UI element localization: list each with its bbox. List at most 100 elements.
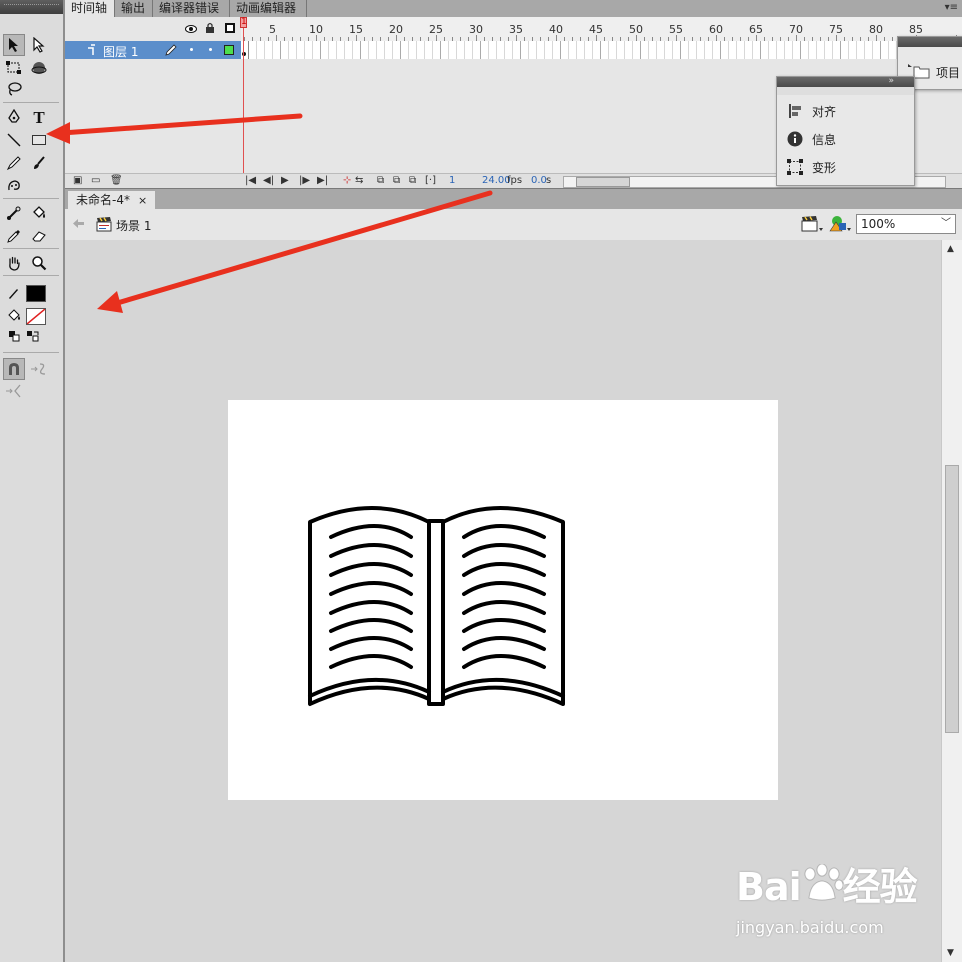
line-tool-icon[interactable] bbox=[3, 129, 25, 151]
panel-item-transform-label: 变形 bbox=[812, 160, 837, 175]
align-icon bbox=[787, 103, 803, 119]
tab-motion-editor[interactable]: 动画编辑器 bbox=[230, 0, 307, 17]
watermark-url: jingyan.baidu.com bbox=[736, 918, 884, 937]
playhead[interactable]: 1 bbox=[240, 17, 247, 28]
pen-tool-icon[interactable] bbox=[3, 106, 25, 128]
go-to-last-frame-icon[interactable]: ▶| bbox=[317, 175, 328, 186]
tools-panel: T bbox=[0, 0, 65, 962]
3d-rotation-tool-icon[interactable] bbox=[28, 57, 50, 79]
elapsed-time[interactable]: 0.0 bbox=[531, 175, 547, 186]
edit-bar: 场景 1 100% ﹀ bbox=[65, 209, 962, 241]
frames-row[interactable] bbox=[241, 41, 962, 60]
tab-output[interactable]: 输出 bbox=[115, 0, 153, 17]
eraser-tool-icon[interactable] bbox=[28, 225, 50, 247]
straighten-icon[interactable] bbox=[3, 380, 25, 402]
panel-item-transform[interactable]: 变形 bbox=[787, 157, 836, 177]
zoom-tool-icon[interactable] bbox=[28, 252, 50, 274]
frame-group-divider bbox=[400, 41, 401, 59]
loop-icon[interactable]: ⇆ bbox=[355, 175, 363, 186]
baidu-watermark: Bai 经验 jingyan.baidu.com bbox=[736, 856, 936, 946]
hand-tool-icon[interactable] bbox=[3, 252, 25, 274]
scene-label[interactable]: 场景 1 bbox=[116, 217, 151, 234]
modify-markers-icon[interactable]: [·] bbox=[425, 175, 436, 186]
selection-tool-icon[interactable] bbox=[3, 34, 25, 56]
bone-tool-icon[interactable] bbox=[3, 202, 25, 224]
edit-scene-icon[interactable] bbox=[801, 215, 823, 236]
open-book-drawing[interactable] bbox=[228, 400, 778, 800]
ruler-number: 5 bbox=[269, 23, 276, 36]
panel-item-info-label: 信息 bbox=[812, 132, 837, 147]
layer-outline-color-swatch[interactable] bbox=[224, 45, 234, 55]
snap-to-objects-icon[interactable] bbox=[3, 358, 25, 380]
panel-item-align[interactable]: 对齐 bbox=[787, 101, 836, 121]
text-tool-icon[interactable]: T bbox=[28, 106, 50, 128]
new-folder-icon[interactable]: ▭ bbox=[91, 175, 100, 186]
step-forward-icon[interactable]: |▶ bbox=[299, 175, 310, 186]
scroll-down-icon[interactable]: ▼ bbox=[947, 948, 954, 958]
back-arrow-icon[interactable] bbox=[72, 218, 85, 232]
panel-header[interactable]: » bbox=[777, 76, 914, 87]
expand-panels-icon[interactable]: » bbox=[888, 76, 894, 86]
frame-group-divider bbox=[840, 41, 841, 59]
frame-group-divider bbox=[680, 41, 681, 59]
center-frame-icon[interactable]: ⊹ bbox=[343, 175, 351, 186]
unlocked-dot-icon[interactable] bbox=[209, 48, 212, 51]
swap-colors-icon[interactable] bbox=[25, 328, 41, 344]
panel-item-info[interactable]: 信息 bbox=[787, 129, 836, 149]
go-to-first-frame-icon[interactable]: |◀ bbox=[245, 175, 256, 186]
panel-menu-icon[interactable]: ▾≡ bbox=[945, 2, 958, 13]
tools-panel-header[interactable] bbox=[0, 0, 63, 14]
edit-symbols-icon[interactable] bbox=[828, 214, 852, 237]
edit-multiple-frames-icon[interactable]: ⧉ bbox=[409, 175, 416, 186]
onion-skin-icon[interactable]: ⧉ bbox=[377, 175, 384, 186]
step-back-icon[interactable]: ◀| bbox=[263, 175, 274, 186]
close-tab-icon[interactable]: × bbox=[138, 191, 147, 210]
rectangle-tool-icon[interactable] bbox=[28, 129, 50, 151]
outline-toggle-icon[interactable] bbox=[225, 23, 235, 33]
playhead-line bbox=[243, 28, 244, 174]
eyedropper-tool-icon[interactable] bbox=[3, 225, 25, 247]
stroke-color-pencil-icon bbox=[3, 282, 25, 304]
new-layer-icon[interactable]: ▣ bbox=[73, 175, 82, 186]
layer-row[interactable]: 图层 1 bbox=[65, 41, 241, 59]
tab-timeline[interactable]: 时间轴 bbox=[65, 0, 115, 17]
scrollbar-thumb[interactable] bbox=[945, 465, 959, 733]
panel-grip[interactable] bbox=[777, 87, 914, 95]
delete-layer-icon[interactable]: 🗑 bbox=[110, 175, 123, 186]
smooth-icon[interactable] bbox=[28, 358, 50, 380]
stage-vertical-scrollbar[interactable]: ▲ ▼ bbox=[941, 240, 962, 962]
default-colors-icon[interactable] bbox=[7, 328, 21, 344]
scroll-up-icon[interactable]: ▲ bbox=[947, 244, 954, 254]
lasso-tool-icon[interactable] bbox=[3, 78, 25, 100]
document-tab-title: 未命名-4* bbox=[76, 193, 130, 207]
play-icon[interactable]: ▶ bbox=[281, 175, 289, 186]
pasteboard[interactable] bbox=[65, 240, 941, 962]
onion-skin-outlines-icon[interactable]: ⧉ bbox=[393, 175, 400, 186]
deco-tool-icon[interactable] bbox=[3, 175, 25, 197]
visible-dot-icon[interactable] bbox=[190, 48, 193, 51]
stroke-color-swatch[interactable] bbox=[26, 285, 46, 302]
subselection-tool-icon[interactable] bbox=[28, 34, 50, 56]
current-frame[interactable]: 1 bbox=[449, 175, 455, 186]
document-tab[interactable]: 未命名-4* × bbox=[68, 191, 156, 210]
stage[interactable] bbox=[228, 400, 778, 800]
paint-bucket-tool-icon[interactable] bbox=[28, 202, 50, 224]
zoom-select[interactable]: 100% ﹀ bbox=[856, 214, 956, 234]
frame-group-divider bbox=[760, 41, 761, 59]
scene-clapper-icon bbox=[96, 216, 112, 235]
elapsed-time-unit: s bbox=[546, 175, 552, 186]
frame-ruler[interactable]: 5 10 15 20 25 30 35 40 45 50 55 60 65 70 75 80 85 bbox=[241, 17, 962, 42]
tab-compiler-errors[interactable]: 编译器错误 bbox=[153, 0, 230, 17]
lock-icon[interactable] bbox=[205, 22, 215, 36]
brush-tool-icon[interactable] bbox=[28, 152, 50, 174]
project-panel-header[interactable] bbox=[898, 37, 962, 47]
frame-group-divider bbox=[520, 41, 521, 59]
free-transform-tool-icon[interactable] bbox=[3, 57, 25, 79]
pencil-tool-icon[interactable] bbox=[3, 152, 25, 174]
layer-name[interactable]: 图层 1 bbox=[103, 43, 138, 60]
chevron-down-icon[interactable]: ﹀ bbox=[941, 215, 951, 233]
fill-color-swatch[interactable] bbox=[26, 308, 46, 325]
show-hide-eye-icon[interactable] bbox=[185, 23, 197, 37]
frame-group-divider bbox=[640, 41, 641, 59]
project-label[interactable]: 项目 bbox=[936, 64, 960, 81]
